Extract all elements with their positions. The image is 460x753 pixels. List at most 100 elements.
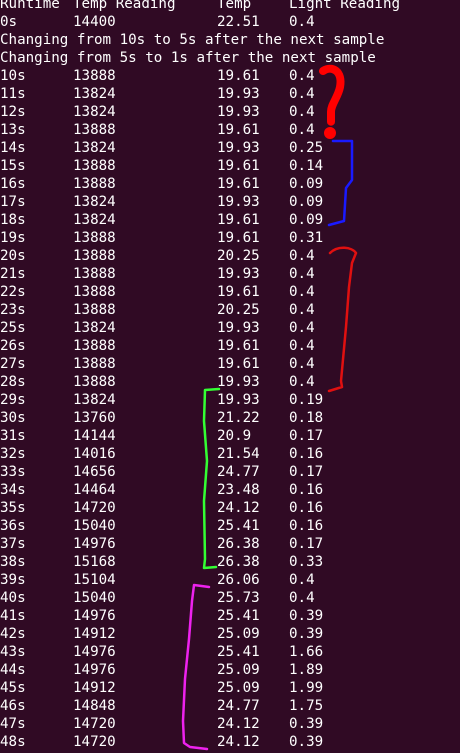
cell-temp-reading: 13888 — [73, 248, 116, 264]
cell-temp: 19.61 — [217, 212, 260, 228]
cell-temp-reading: 13888 — [73, 374, 116, 390]
cell-temp: 19.61 — [217, 68, 260, 84]
table-row: 25s 13824 19.93 0.4 — [0, 319, 460, 337]
cell-temp-reading: 14464 — [73, 482, 116, 498]
table-row: 13s 13888 19.61 0.4 — [0, 121, 460, 139]
table-row: 22s 13888 19.61 0.4 — [0, 283, 460, 301]
cell-light-reading: 0.39 — [289, 734, 324, 750]
cell-temp-reading: 13824 — [73, 320, 116, 336]
table-row: 47s 14720 24.12 0.39 — [0, 715, 460, 733]
cell-light-reading: 0.14 — [289, 158, 324, 174]
cell-light-reading: 0.4 — [289, 122, 315, 138]
cell-temp: 22.51 — [217, 14, 260, 30]
cell-runtime: 37s — [0, 536, 26, 552]
table-row: 11s 13824 19.93 0.4 — [0, 85, 460, 103]
cell-runtime: 35s — [0, 500, 26, 516]
cell-temp-reading: 14720 — [73, 734, 116, 750]
cell-temp: 25.09 — [217, 680, 260, 696]
cell-temp: 19.61 — [217, 176, 260, 192]
cell-temp: 20.9 — [217, 428, 252, 444]
cell-temp-reading: 15040 — [73, 590, 116, 606]
cell-temp-reading: 15040 — [73, 518, 116, 534]
cell-runtime: 46s — [0, 698, 26, 714]
cell-runtime: 36s — [0, 518, 26, 534]
cell-light-reading: 0.19 — [289, 392, 324, 408]
cell-runtime: 23s — [0, 302, 26, 318]
cell-runtime: 47s — [0, 716, 26, 732]
cell-temp-reading: 13824 — [73, 392, 116, 408]
header-light-reading: Light Reading — [289, 0, 401, 12]
cell-temp: 26.38 — [217, 554, 260, 570]
cell-light-reading: 0.4 — [289, 68, 315, 84]
cell-temp-reading: 13888 — [73, 302, 116, 318]
cell-temp: 19.93 — [217, 194, 260, 210]
table-row: 15s 13888 19.61 0.14 — [0, 157, 460, 175]
cell-temp: 19.93 — [217, 392, 260, 408]
cell-runtime: 21s — [0, 266, 26, 282]
cell-light-reading: 1.66 — [289, 644, 324, 660]
cell-light-reading: 0.4 — [289, 338, 315, 354]
table-row: 29s 13824 19.93 0.19 — [0, 391, 460, 409]
cell-light-reading: 0.16 — [289, 482, 324, 498]
cell-runtime: 42s — [0, 626, 26, 642]
cell-temp-reading: 14144 — [73, 428, 116, 444]
table-row: 31s 14144 20.9 0.17 — [0, 427, 460, 445]
table-row: 40s 15040 25.73 0.4 — [0, 589, 460, 607]
cell-temp-reading: 14976 — [73, 662, 116, 678]
table-row: 18s 13824 19.61 0.09 — [0, 211, 460, 229]
cell-temp: 19.61 — [217, 158, 260, 174]
cell-runtime: 20s — [0, 248, 26, 264]
cell-temp-reading: 14720 — [73, 500, 116, 516]
cell-runtime: 30s — [0, 410, 26, 426]
message-text: Changing from 10s to 5s after the next s… — [0, 32, 385, 48]
cell-runtime: 15s — [0, 158, 26, 174]
table-row: 17s 13824 19.93 0.09 — [0, 193, 460, 211]
cell-light-reading: 0.39 — [289, 716, 324, 732]
cell-temp: 19.61 — [217, 284, 260, 300]
cell-temp-reading: 14912 — [73, 680, 116, 696]
cell-temp: 19.61 — [217, 122, 260, 138]
cell-temp-reading: 14976 — [73, 644, 116, 660]
cell-light-reading: 0.16 — [289, 446, 324, 462]
cell-temp: 25.41 — [217, 644, 260, 660]
table-row: 46s 14848 24.77 1.75 — [0, 697, 460, 715]
cell-temp: 19.93 — [217, 86, 260, 102]
cell-light-reading: 0.4 — [289, 104, 315, 120]
cell-runtime: 11s — [0, 86, 26, 102]
table-row: 45s 14912 25.09 1.99 — [0, 679, 460, 697]
cell-temp: 21.22 — [217, 410, 260, 426]
cell-temp: 23.48 — [217, 482, 260, 498]
cell-runtime: 26s — [0, 338, 26, 354]
cell-temp: 26.38 — [217, 536, 260, 552]
cell-light-reading: 0.09 — [289, 176, 324, 192]
table-row: 21s 13888 19.93 0.4 — [0, 265, 460, 283]
table-row: 38s 15168 26.38 0.33 — [0, 553, 460, 571]
cell-temp-reading: 14848 — [73, 698, 116, 714]
cell-runtime: 25s — [0, 320, 26, 336]
cell-temp-reading: 13888 — [73, 176, 116, 192]
cell-light-reading: 0.25 — [289, 140, 324, 156]
table-row: 10s 13888 19.61 0.4 — [0, 67, 460, 85]
cell-temp-reading: 13888 — [73, 230, 116, 246]
cell-light-reading: 0.4 — [289, 374, 315, 390]
cell-temp-reading: 13888 — [73, 356, 116, 372]
cell-runtime: 34s — [0, 482, 26, 498]
interval-change-message: Changing from 5s to 1s after the next sa… — [0, 49, 460, 67]
interval-change-message: Changing from 10s to 5s after the next s… — [0, 31, 460, 49]
cell-light-reading: 0.4 — [289, 248, 315, 264]
cell-temp: 24.77 — [217, 698, 260, 714]
cell-light-reading: 0.4 — [289, 590, 315, 606]
cell-runtime: 16s — [0, 176, 26, 192]
cell-light-reading: 0.09 — [289, 212, 324, 228]
header-temp-reading: Temp Reading — [73, 0, 176, 12]
cell-temp: 25.41 — [217, 608, 260, 624]
cell-runtime: 39s — [0, 572, 26, 588]
terminal-window[interactable]: Runtime Temp Reading Temp Light Reading … — [0, 0, 460, 753]
cell-temp: 19.93 — [217, 104, 260, 120]
cell-light-reading: 1.89 — [289, 662, 324, 678]
cell-temp: 19.93 — [217, 140, 260, 156]
cell-runtime: 31s — [0, 428, 26, 444]
cell-temp: 19.61 — [217, 356, 260, 372]
table-row: 41s 14976 25.41 0.39 — [0, 607, 460, 625]
cell-light-reading: 0.09 — [289, 194, 324, 210]
